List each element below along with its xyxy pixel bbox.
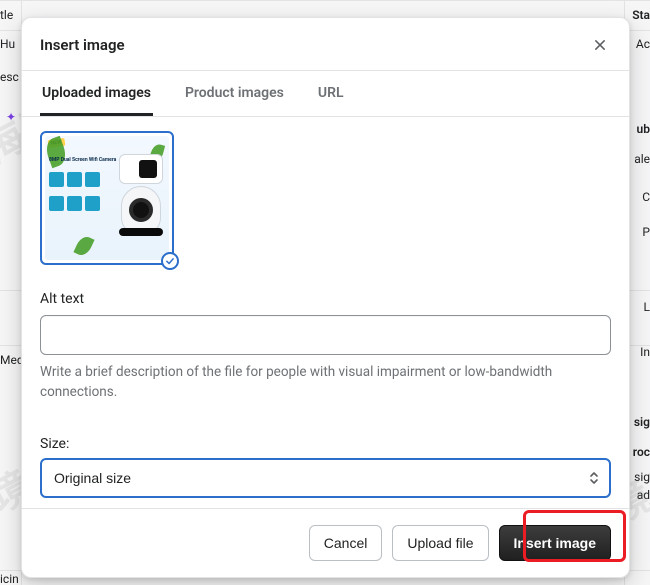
page-backdrop: tle Hu esc Med icin Sta Ac ub ale C P L … (0, 0, 650, 585)
close-button[interactable] (589, 34, 611, 56)
alt-text-label: Alt text (40, 291, 611, 307)
bg-right-label: roc (633, 445, 650, 459)
thumbnail-grid: NEW 8MP Dual Screen Wifi Camera (40, 131, 611, 265)
bg-right-label: sig (634, 470, 650, 484)
thumbnail-image: NEW 8MP Dual Screen Wifi Camera (45, 136, 169, 260)
camera-graphic (107, 154, 163, 234)
alt-text-input[interactable] (40, 315, 611, 355)
alt-text-help: Write a brief description of the file fo… (40, 363, 611, 402)
size-select-wrap: Original size (40, 458, 611, 498)
modal-header: Insert image (22, 18, 629, 71)
tab-url[interactable]: URL (316, 71, 346, 116)
tab-uploaded-images[interactable]: Uploaded images (40, 71, 153, 116)
bg-right-label: L (644, 300, 650, 314)
bg-right-label: In (640, 345, 650, 359)
upload-file-button[interactable]: Upload file (392, 525, 488, 561)
bg-left-label: Hu (0, 37, 15, 51)
selected-check-icon (161, 252, 179, 270)
size-label: Size: (40, 436, 611, 452)
bg-right-label: C (642, 190, 650, 204)
bg-right-label: ub (637, 122, 650, 136)
image-thumbnail[interactable]: NEW 8MP Dual Screen Wifi Camera (40, 131, 174, 265)
feature-icon-row (49, 172, 100, 187)
cancel-button[interactable]: Cancel (309, 525, 383, 561)
bg-right-label: ale (634, 152, 650, 166)
modal-footer: Cancel Upload file Insert image (22, 508, 629, 577)
leaf-decoration (73, 234, 94, 258)
feature-icon-row (49, 196, 100, 211)
modal-title: Insert image (40, 36, 125, 54)
close-icon (593, 38, 607, 52)
insert-image-modal: Insert image Uploaded images Product ima… (21, 17, 630, 578)
bg-right-label: sig (634, 415, 650, 429)
size-select[interactable]: Original size (40, 458, 611, 498)
bg-right-label: P (642, 225, 650, 239)
insert-image-button[interactable]: Insert image (499, 525, 611, 561)
bg-left-label: esc (0, 70, 19, 84)
bg-left-label: icin (0, 572, 19, 585)
sparkle-icon: ✦ (6, 110, 16, 124)
bg-right-label: Sta (632, 8, 650, 22)
bg-right-label: Ac (636, 37, 650, 51)
tab-product-images[interactable]: Product images (183, 71, 286, 116)
bg-right-label: ad (637, 488, 650, 502)
modal-body: NEW 8MP Dual Screen Wifi Camera (22, 117, 629, 508)
tabs: Uploaded images Product images URL (22, 71, 629, 117)
bg-left-label: tle (0, 8, 13, 22)
